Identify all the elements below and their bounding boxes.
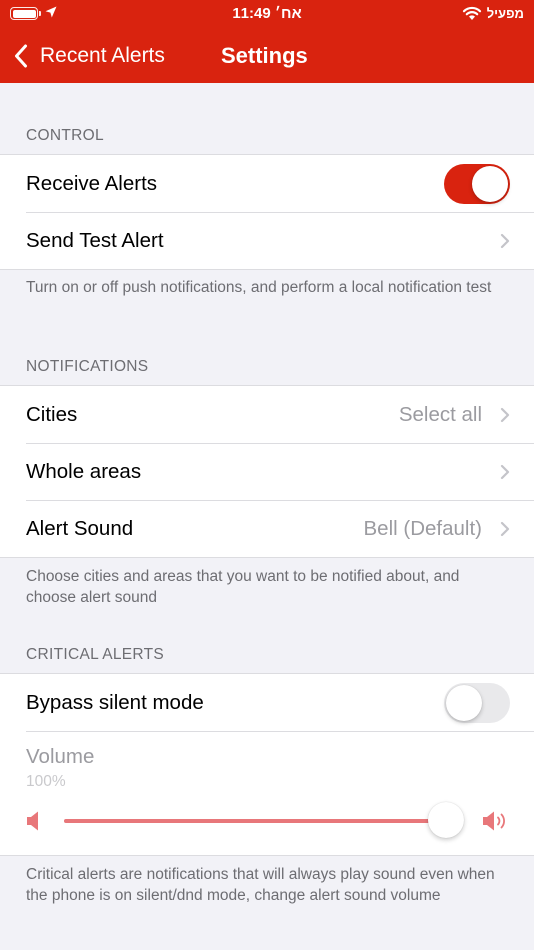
critical-alerts-footer: Critical alerts are notifications that w… [26,866,495,904]
chevron-right-icon [500,521,510,536]
volume-slider[interactable] [64,802,464,838]
toggle-knob [472,165,508,202]
volume-slider-fill [64,819,446,823]
critical-alerts-group: Bypass silent mode Volume 100% [0,673,534,856]
back-label: Recent Alerts [40,43,165,67]
receive-alerts-toggle[interactable] [444,163,510,204]
status-time: אח׳ 11:49 [0,5,534,22]
cities-label: Cities [26,402,78,426]
send-test-alert-label: Send Test Alert [26,228,164,252]
speaker-icon [27,811,38,831]
status-day: אח׳ [274,5,302,22]
bypass-silent-label: Bypass silent mode [26,690,204,714]
section-header-notifications: NOTIFICATIONS [26,358,149,375]
control-group: Receive Alerts Send Test Alert [0,154,534,270]
volume-slider-thumb[interactable] [428,802,464,838]
alert-sound-label: Alert Sound [26,516,134,540]
carrier-label: מפעיל [486,6,524,21]
chevron-right-icon [500,233,510,248]
bypass-silent-toggle[interactable] [444,682,510,723]
section-header-critical-alerts: CRITICAL ALERTS [26,646,165,663]
send-test-alert-row[interactable]: Send Test Alert [0,212,534,269]
speaker-wave-icon [483,811,505,831]
volume-percent: 100% [26,773,66,790]
toggle-knob [446,684,482,721]
receive-alerts-label: Receive Alerts [26,171,158,195]
receive-alerts-row: Receive Alerts [0,155,534,212]
whole-areas-label: Whole areas [26,459,142,483]
section-header-control: CONTROL [26,127,104,144]
wifi-icon [462,6,482,20]
navigation-bar: Recent Alerts Settings [0,28,534,83]
alert-sound-value: Bell (Default) [363,516,483,540]
notifications-group: Cities Select all Whole areas Alert Soun… [0,385,534,558]
status-clock: 11:49 [232,5,271,22]
bypass-silent-row: Bypass silent mode [0,674,534,731]
chevron-right-icon [500,464,510,479]
cities-value: Select all [398,402,482,426]
status-bar: אח׳ 11:49 מפעיל [0,0,534,28]
back-button[interactable]: Recent Alerts [14,28,165,83]
volume-label: Volume [26,745,95,768]
cities-row[interactable]: Cities Select all [0,386,534,443]
whole-areas-row[interactable]: Whole areas [0,443,534,500]
notifications-footer: Choose cities and areas that you want to… [26,568,460,606]
volume-row: Volume 100% [0,731,534,855]
chevron-right-icon [500,407,510,422]
alert-sound-row[interactable]: Alert Sound Bell (Default) [0,500,534,557]
page-title: Settings [221,43,308,68]
chevron-left-icon [15,44,27,67]
control-footer: Turn on or off push notifications, and p… [26,279,492,296]
